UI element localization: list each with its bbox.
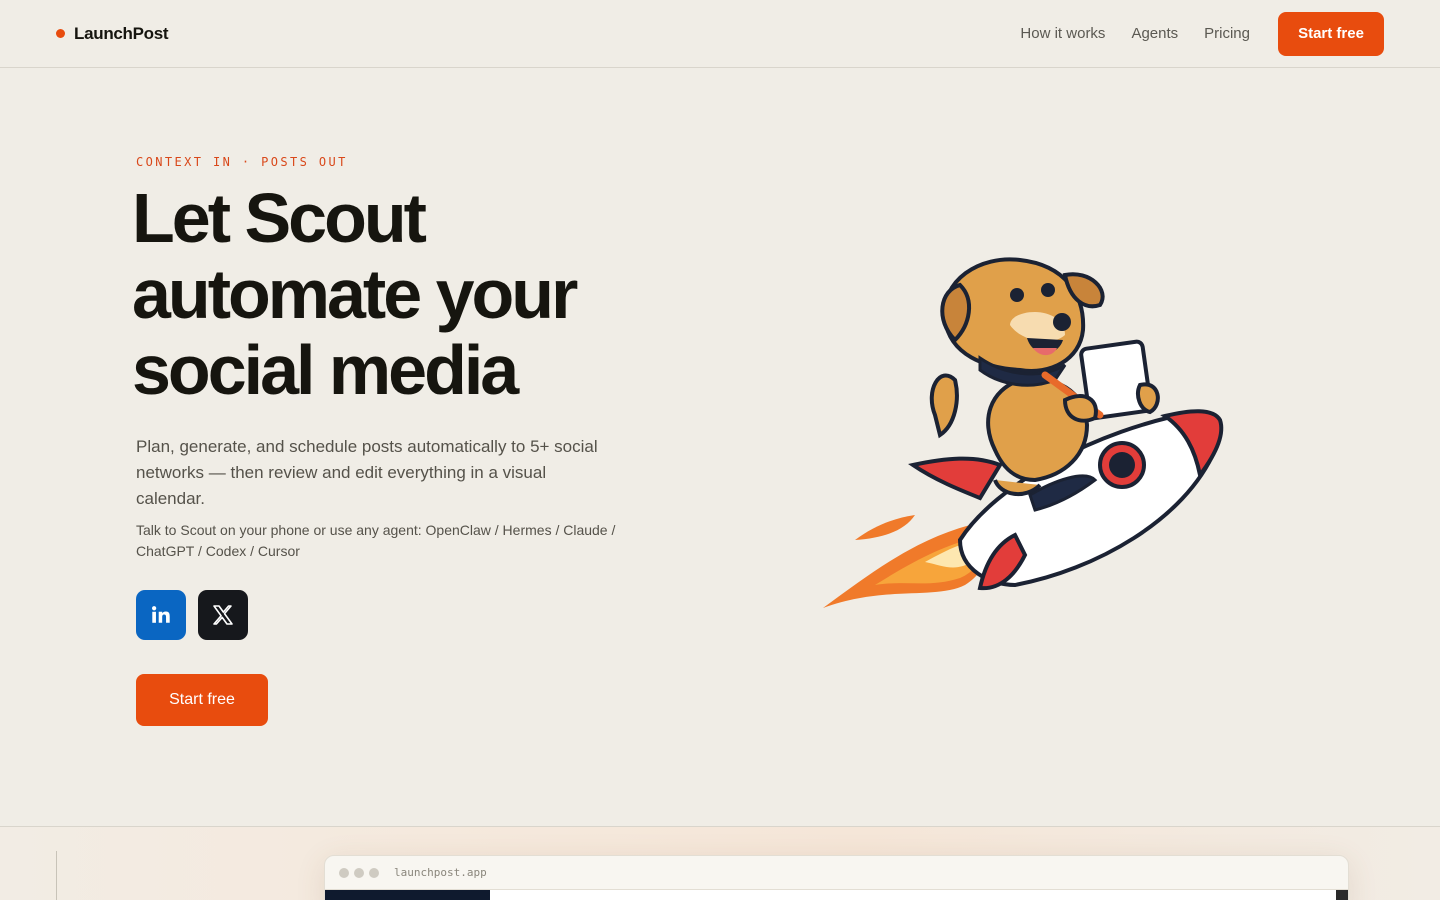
browser-toolbar: launchpost.app [325,856,1348,890]
hero-eyebrow: CONTEXT IN · POSTS OUT [136,155,348,169]
hero-subcopy: Plan, generate, and schedule posts autom… [136,437,598,508]
decorative-rule [56,851,57,900]
nav-link-agents[interactable]: Agents [1131,25,1178,42]
headline-line-2: automate your [132,255,578,333]
window-minimize-dot-icon [354,867,364,878]
browser-content [325,890,1348,900]
window-maximize-dot-icon [369,867,379,878]
product-preview-section: launchpost.app [0,826,1440,900]
rocket-flame-icon [823,515,987,608]
hero-headline: Let Scout automate your social media [132,180,692,408]
browser-url: launchpost.app [394,866,487,879]
brand-name: LaunchPost [74,23,169,43]
linkedin-icon [152,606,170,623]
linkedin-button[interactable] [136,590,186,640]
scrollbar[interactable] [1336,890,1348,900]
scout-rocket-illustration [823,257,1224,608]
social-network-icons [136,590,248,640]
hero-agents-text: Talk to Scout on your phone or use any a… [136,522,616,559]
x-icon [213,605,233,625]
window-close-dot-icon [339,867,349,878]
nav-links: How it works Agents Pricing Start free [1020,11,1384,56]
brand-logo[interactable]: LaunchPost [56,23,169,44]
nav-link-how-it-works[interactable]: How it works [1020,25,1105,42]
hero-start-free-button[interactable]: Start free [136,674,268,726]
browser-mockup: launchpost.app [324,855,1349,900]
x-twitter-button[interactable] [198,590,248,640]
app-sidebar-preview [325,890,490,900]
top-navigation: LaunchPost How it works Agents Pricing S… [0,0,1440,68]
headline-line-3: social media [132,331,519,409]
brand-dot-icon [56,29,65,38]
nav-start-free-button[interactable]: Start free [1278,11,1384,56]
nav-link-pricing[interactable]: Pricing [1204,25,1250,42]
headline-line-1: Let Scout [132,179,427,257]
